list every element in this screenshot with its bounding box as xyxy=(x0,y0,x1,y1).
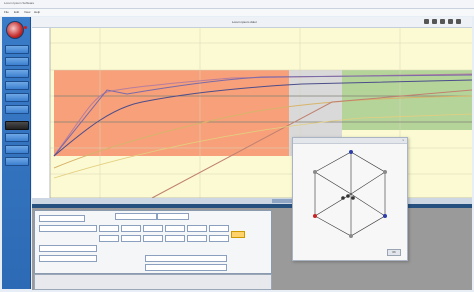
window-title: Lorem Ipsum Software xyxy=(4,1,35,5)
status-dot-icon xyxy=(24,26,27,29)
cube-edge xyxy=(314,171,352,195)
application-window: Lorem Ipsum Software File Edit View Help… xyxy=(0,0,474,292)
param-field-15[interactable] xyxy=(187,235,207,242)
param-field-7[interactable] xyxy=(143,225,163,232)
sidebar-button-1[interactable] xyxy=(5,45,29,54)
settings-icon[interactable] xyxy=(456,19,461,24)
param-field-19[interactable] xyxy=(145,255,227,262)
cube-edge xyxy=(314,193,352,217)
sidebar-button-9[interactable] xyxy=(5,145,29,154)
menu-edit[interactable]: Edit xyxy=(14,10,19,14)
sidebar-button-5[interactable] xyxy=(5,93,29,102)
zone-red xyxy=(54,70,289,156)
vertex-marker xyxy=(383,170,387,174)
zoom-in-icon[interactable] xyxy=(424,19,429,24)
param-field-12[interactable] xyxy=(121,235,141,242)
app-logo xyxy=(6,21,24,39)
param-field-4[interactable] xyxy=(39,225,97,232)
point-marker xyxy=(351,196,355,200)
cube-popup: x OK xyxy=(292,137,408,261)
param-field-10[interactable] xyxy=(209,225,229,232)
param-field-3[interactable] xyxy=(157,213,189,220)
cube-outline xyxy=(314,151,386,237)
title-bar: Lorem Ipsum Software xyxy=(0,0,474,9)
cube-diagram xyxy=(313,150,387,238)
vertex-marker xyxy=(313,214,317,218)
sidebar-button-7[interactable] xyxy=(5,121,29,130)
vertex-marker xyxy=(349,150,353,154)
param-field-6[interactable] xyxy=(121,225,141,232)
menu-view[interactable]: View xyxy=(24,10,30,14)
param-field-5[interactable] xyxy=(99,225,119,232)
zoom-out-icon[interactable] xyxy=(432,19,437,24)
param-field-11[interactable] xyxy=(99,235,119,242)
param-field-2[interactable] xyxy=(115,213,157,220)
menu-file[interactable]: File xyxy=(4,10,9,14)
point-marker xyxy=(346,194,350,198)
sidebar-button-8[interactable] xyxy=(5,133,29,142)
parameters-panel xyxy=(34,210,272,274)
print-icon[interactable] xyxy=(448,19,453,24)
menu-help[interactable]: Help xyxy=(34,10,40,14)
cube-edge xyxy=(350,193,386,217)
ok-button[interactable]: OK xyxy=(387,249,401,256)
param-field-9[interactable] xyxy=(187,225,207,232)
sidebar-button-10[interactable] xyxy=(5,157,29,166)
sidebar-button-6[interactable] xyxy=(5,105,29,114)
menu-bar: File Edit View Help xyxy=(0,9,474,16)
chart-toolbar: Lorem ipsum dolor xyxy=(32,17,472,28)
param-field-18[interactable] xyxy=(39,255,97,262)
sidebar-button-3[interactable] xyxy=(5,69,29,78)
vertex-marker xyxy=(313,170,317,174)
parameters-footer xyxy=(34,274,272,290)
param-field-13[interactable] xyxy=(143,235,163,242)
point-marker xyxy=(341,196,345,200)
param-field-16[interactable] xyxy=(209,235,229,242)
param-field-14[interactable] xyxy=(165,235,185,242)
param-field-17[interactable] xyxy=(39,245,97,252)
sidebar-button-2[interactable] xyxy=(5,57,29,66)
cube-edge xyxy=(350,171,386,195)
param-field-20[interactable] xyxy=(145,264,227,271)
pan-icon[interactable] xyxy=(440,19,445,24)
sidebar-button-4[interactable] xyxy=(5,81,29,90)
vertex-marker xyxy=(349,234,353,238)
param-field-8[interactable] xyxy=(165,225,185,232)
chart-title: Lorem ipsum dolor xyxy=(232,20,257,24)
highlight-field[interactable] xyxy=(231,231,245,238)
param-field-1[interactable] xyxy=(39,215,85,222)
vertex-marker xyxy=(383,214,387,218)
sidebar xyxy=(2,17,31,289)
